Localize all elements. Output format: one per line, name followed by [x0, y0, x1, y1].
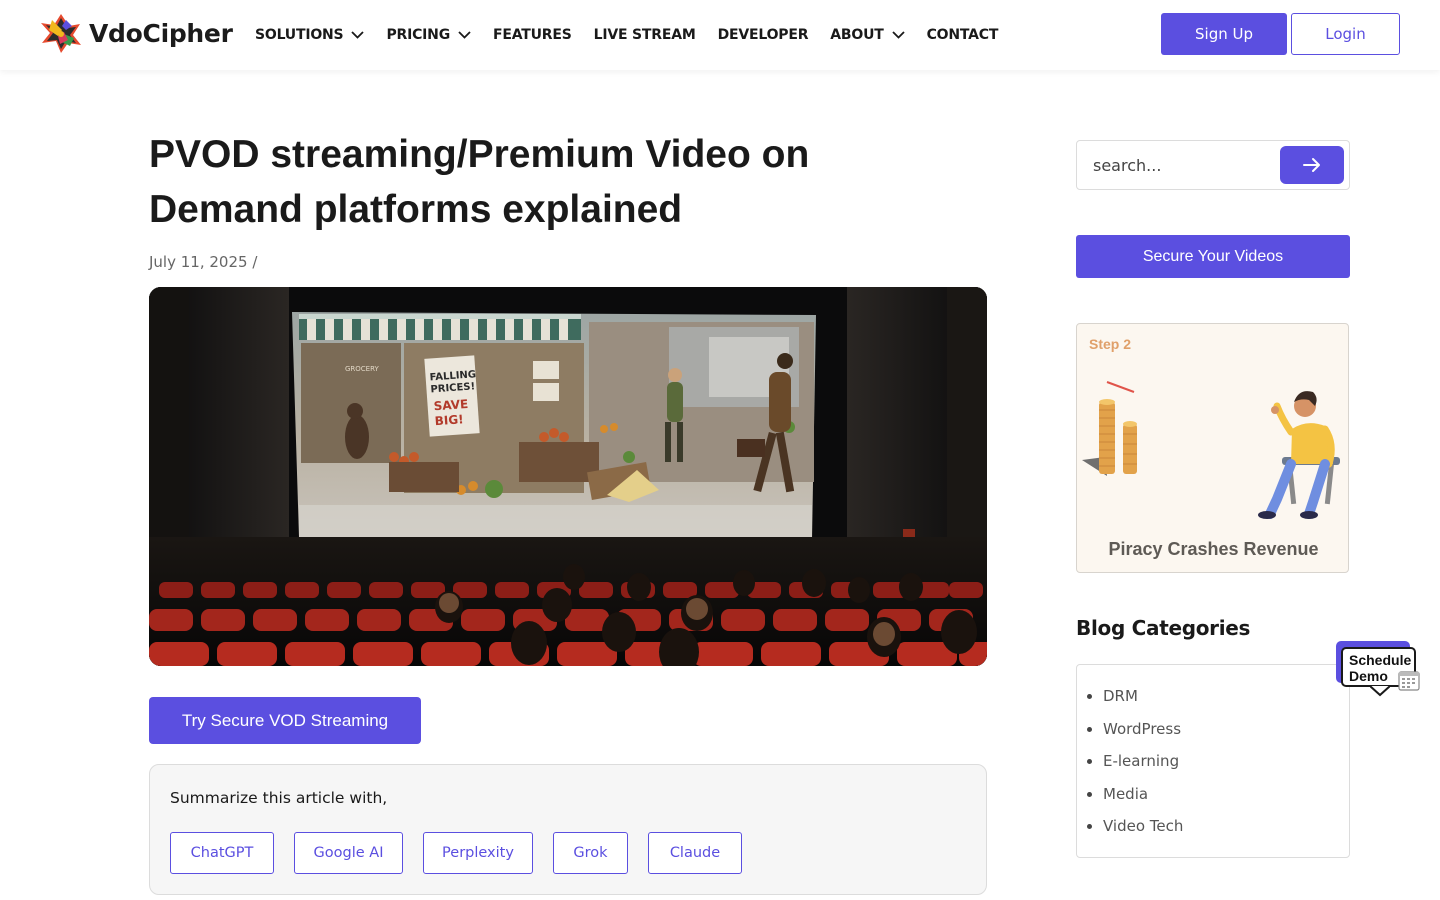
article-meta: July 11, 2025 /	[149, 253, 257, 271]
coin-stacks-illustration	[1082, 381, 1340, 519]
nav-label: SOLUTIONS	[255, 27, 344, 43]
hero-image: FALLING PRICES! SAVE BIG! GROCERY	[149, 287, 987, 666]
category-link[interactable]: DRM	[1103, 687, 1138, 705]
promo-title: Piracy Crashes Revenue	[1108, 539, 1319, 559]
category-item-video-tech[interactable]: Video Tech	[1103, 815, 1183, 848]
category-link[interactable]: WordPress	[1103, 720, 1181, 738]
main-nav: SOLUTIONS PRICING FEATURES LIVE STREAM D…	[255, 27, 1020, 43]
nav-item-contact[interactable]: CONTACT	[927, 27, 999, 43]
logo-link[interactable]: VdoCipher	[40, 12, 233, 54]
category-item-drm[interactable]: DRM	[1103, 685, 1183, 718]
blog-categories-box: DRM WordPress E-learning Media Video Tec…	[1076, 664, 1350, 858]
nav-label: DEVELOPER	[717, 27, 809, 43]
try-secure-vod-button[interactable]: Try Secure VOD Streaming	[149, 697, 421, 744]
brand-name: VdoCipher	[89, 18, 233, 48]
claude-button[interactable]: Claude	[648, 832, 742, 874]
google-ai-button[interactable]: Google AI	[294, 832, 403, 874]
nav-label: PRICING	[386, 27, 450, 43]
bubble-tail-icon	[1370, 686, 1390, 697]
chatgpt-button[interactable]: ChatGPT	[170, 832, 274, 874]
blog-categories-heading: Blog Categories	[1076, 616, 1251, 640]
sign-grocery: GROCERY	[345, 365, 380, 373]
nav-label: ABOUT	[830, 27, 884, 43]
search-submit-button[interactable]	[1280, 146, 1344, 184]
nav-item-pricing[interactable]: PRICING	[386, 27, 471, 43]
nav-item-developer[interactable]: DEVELOPER	[718, 27, 809, 43]
nav-item-features[interactable]: FEATURES	[493, 27, 572, 43]
login-button[interactable]: Login	[1291, 13, 1400, 55]
summarize-panel: Summarize this article with, ChatGPT Goo…	[149, 764, 987, 895]
sign-save: SAVE	[433, 397, 469, 413]
vdocipher-logo-icon	[40, 12, 82, 54]
category-item-elearning[interactable]: E-learning	[1103, 750, 1183, 783]
sign-up-button[interactable]: Sign Up	[1161, 13, 1287, 55]
arrow-right-icon	[1303, 158, 1320, 172]
chevron-down-icon	[351, 31, 365, 39]
nav-label: FEATURES	[492, 27, 572, 43]
nav-label: CONTACT	[926, 27, 999, 43]
perplexity-button[interactable]: Perplexity	[423, 832, 533, 874]
category-item-media[interactable]: Media	[1103, 783, 1183, 816]
category-item-wordpress[interactable]: WordPress	[1103, 718, 1183, 751]
article-title: PVOD streaming/Premium Video on Demand p…	[149, 133, 810, 231]
summarize-label: Summarize this article with,	[170, 789, 388, 807]
sign-big: BIG!	[434, 412, 464, 428]
secure-your-videos-button[interactable]: Secure Your Videos	[1076, 235, 1350, 278]
nav-item-live-stream[interactable]: LIVE STREAM	[594, 27, 696, 43]
category-link[interactable]: Video Tech	[1103, 817, 1183, 835]
schedule-demo-widget[interactable]: Schedule Demo	[1336, 641, 1420, 699]
nav-label: LIVE STREAM	[593, 27, 696, 43]
sidebar-search	[1076, 140, 1350, 190]
promo-banner[interactable]: Step 2 Piracy Crashes Revenue	[1076, 323, 1349, 573]
site-header: VdoCipher SOLUTIONS PRICING FEATURES LIV…	[0, 0, 1440, 70]
category-link[interactable]: E-learning	[1103, 752, 1179, 770]
nav-item-solutions[interactable]: SOLUTIONS	[255, 27, 365, 43]
meta-separator: /	[252, 253, 258, 271]
blog-categories-list: DRM WordPress E-learning Media Video Tec…	[1103, 685, 1183, 848]
nav-item-about[interactable]: ABOUT	[830, 27, 905, 43]
grok-button[interactable]: Grok	[553, 832, 628, 874]
demo-line-1: Schedule	[1349, 652, 1412, 668]
article-date: July 11, 2025	[149, 253, 248, 271]
chevron-down-icon	[458, 31, 471, 39]
calendar-icon	[1398, 671, 1420, 691]
chevron-down-icon	[891, 31, 905, 39]
category-link[interactable]: Media	[1103, 785, 1148, 803]
search-input[interactable]	[1078, 142, 1278, 188]
